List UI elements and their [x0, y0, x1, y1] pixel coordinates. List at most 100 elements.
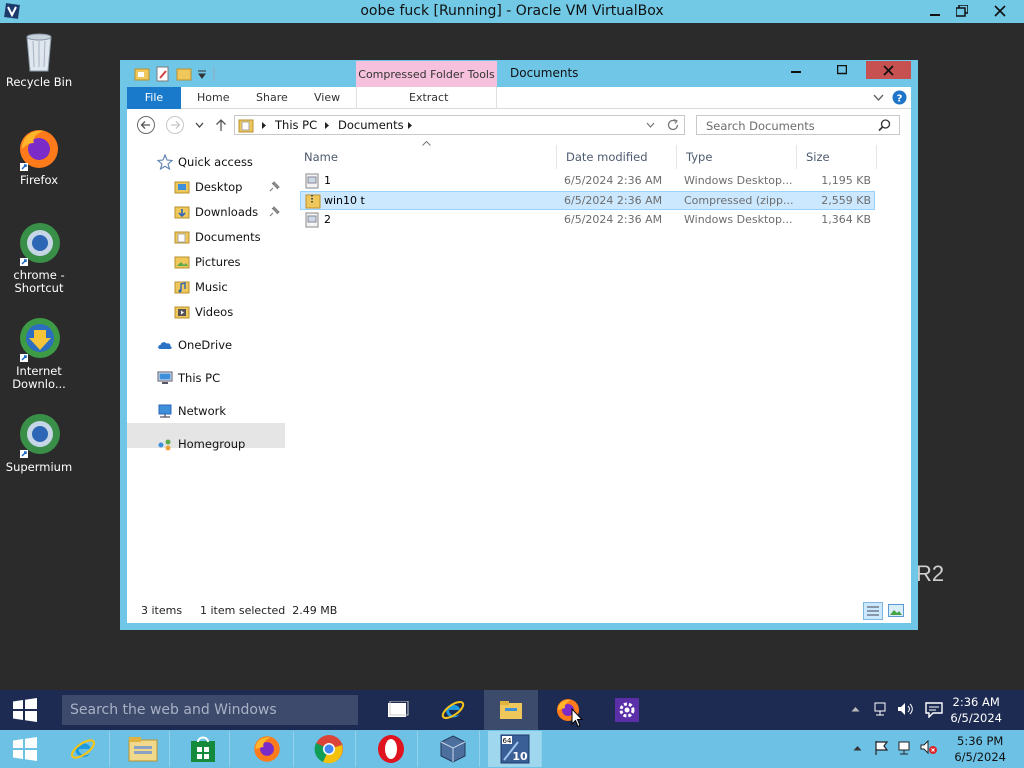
- host-taskbar-internet-explorer[interactable]: [56, 731, 110, 767]
- nav-item-documents[interactable]: Documents: [174, 226, 261, 248]
- host-taskbar-virtualbox[interactable]: [426, 731, 480, 767]
- help-icon[interactable]: ?: [892, 90, 907, 105]
- item-count: 3 items: [141, 604, 183, 617]
- details-view-icon[interactable]: [863, 602, 883, 620]
- guest-clock[interactable]: 2:36 AM 6/5/2024: [950, 694, 1002, 726]
- host-clock[interactable]: 5:36 PM 6/5/2024: [954, 733, 1006, 765]
- breadcrumb-this-pc[interactable]: This PC: [275, 118, 317, 132]
- nav-item-this-pc[interactable]: This PC: [157, 367, 220, 389]
- address-bar[interactable]: This PC Documents: [234, 115, 685, 135]
- nav-item-videos[interactable]: Videos: [174, 301, 233, 323]
- guest-taskbar-firefox[interactable]: [541, 690, 595, 730]
- column-header-date-modified[interactable]: Date modified: [557, 145, 677, 169]
- host-taskbar-vm-window[interactable]: 64 10: [488, 731, 542, 767]
- host-restore-button[interactable]: [949, 0, 975, 22]
- guest-volume-tray-icon[interactable]: [897, 702, 915, 716]
- new-folder-icon[interactable]: [176, 66, 192, 82]
- nav-item-label: OneDrive: [178, 338, 233, 352]
- explorer-close-button[interactable]: [866, 61, 911, 79]
- os-edition-watermark: R2: [916, 561, 945, 586]
- star-icon: [157, 154, 173, 170]
- nav-item-label: Pictures: [195, 255, 241, 269]
- ribbon-tab-view[interactable]: View: [314, 87, 340, 109]
- pin-icon[interactable]: [267, 180, 281, 194]
- file-row[interactable]: 2 6/5/2024 2:36 AM Windows Desktop... 1,…: [300, 211, 875, 230]
- ribbon-tab-file[interactable]: File: [127, 87, 181, 109]
- expand-ribbon-chevron-icon[interactable]: [873, 94, 884, 102]
- host-taskbar-firefox[interactable]: [240, 731, 294, 767]
- host-network-tray-icon[interactable]: [897, 740, 913, 756]
- breadcrumb-chevron-icon[interactable]: [324, 121, 330, 130]
- desktop-icon-recycle-bin[interactable]: Recycle Bin: [1, 29, 77, 89]
- downloads-folder-icon: [174, 206, 190, 219]
- nav-item-network[interactable]: Network: [157, 400, 226, 422]
- guest-network-tray-icon[interactable]: [873, 701, 889, 717]
- host-taskbar-file-explorer[interactable]: [116, 731, 170, 767]
- search-box[interactable]: Search Documents: [696, 115, 900, 135]
- nav-item-downloads[interactable]: Downloads: [174, 201, 280, 223]
- column-header-size[interactable]: Size: [797, 145, 877, 169]
- nav-item-pictures[interactable]: Pictures: [174, 251, 241, 273]
- desktop-icon-chrome-shortcut[interactable]: chrome - Shortcut: [1, 220, 77, 295]
- host-action-center-flag-icon[interactable]: [874, 740, 890, 756]
- nav-item-music[interactable]: Music: [174, 276, 228, 298]
- guest-start-button[interactable]: [0, 690, 50, 730]
- address-dropdown-chevron-icon[interactable]: [646, 122, 655, 128]
- file-row-selected[interactable]: win10 t 6/5/2024 2:36 AM Compressed (zip…: [300, 191, 875, 210]
- host-taskbar-chrome[interactable]: [302, 731, 356, 767]
- host-tray-overflow-chevron-icon[interactable]: [853, 745, 862, 751]
- pin-icon[interactable]: [267, 205, 281, 219]
- host-start-button[interactable]: [0, 731, 50, 767]
- nav-item-homegroup[interactable]: Homegroup: [157, 433, 245, 455]
- toolbar-separator: [213, 67, 215, 81]
- navigation-pane: Quick access Desktop Downloads Documents: [127, 145, 287, 585]
- breadcrumb-chevron-icon[interactable]: [261, 121, 267, 130]
- ribbon-tab-home[interactable]: Home: [197, 87, 229, 109]
- ribbon-tab-extract[interactable]: Extract: [409, 87, 448, 109]
- host-volume-muted-icon[interactable]: [920, 740, 938, 756]
- desktop-icon-internet-download-manager[interactable]: Internet Downlo...: [1, 316, 77, 391]
- file-row[interactable]: 1 6/5/2024 2:36 AM Windows Desktop... 1,…: [300, 172, 875, 191]
- recent-locations-chevron-icon[interactable]: [189, 115, 209, 135]
- desktop-icon-label: Supermium: [5, 460, 73, 474]
- up-button[interactable]: [211, 115, 231, 135]
- forward-button[interactable]: [165, 115, 185, 135]
- nav-item-onedrive[interactable]: OneDrive: [157, 334, 232, 356]
- search-icon[interactable]: [878, 119, 891, 132]
- desktop-icon-firefox[interactable]: Firefox: [1, 125, 77, 187]
- status-bar: 3 items 1 item selected 2.49 MB: [127, 599, 911, 623]
- host-taskbar-store[interactable]: [176, 731, 230, 767]
- ribbon-tabs: File Home Share View Extract ?: [127, 87, 911, 109]
- nav-item-quick-access[interactable]: Quick access: [157, 151, 253, 173]
- desktop-icon-supermium[interactable]: Supermium: [1, 412, 77, 474]
- refresh-icon[interactable]: [666, 118, 680, 132]
- folder-properties-icon[interactable]: [134, 66, 150, 82]
- guest-taskbar-file-explorer[interactable]: [484, 690, 538, 730]
- properties-icon[interactable]: [155, 66, 171, 82]
- search-input[interactable]: Search Documents: [706, 119, 815, 133]
- guest-search-box[interactable]: Search the web and Windows: [62, 695, 358, 725]
- host-taskbar-opera[interactable]: [364, 731, 418, 767]
- host-minimize-button[interactable]: [922, 0, 948, 22]
- nav-item-desktop[interactable]: Desktop: [174, 176, 280, 198]
- host-close-button[interactable]: [976, 0, 1024, 22]
- large-icons-view-icon[interactable]: [888, 604, 904, 617]
- explorer-maximize-button[interactable]: [819, 61, 864, 79]
- guest-notifications-icon[interactable]: [925, 702, 943, 718]
- guest-taskbar-internet-explorer[interactable]: [426, 690, 480, 730]
- ribbon-tab-share[interactable]: Share: [256, 87, 288, 109]
- breadcrumb-chevron-icon[interactable]: [407, 121, 413, 130]
- host-taskbar: 64 10 5:36 PM 6/5/2024: [0, 730, 1024, 768]
- back-button[interactable]: [136, 115, 156, 135]
- guest-taskbar-settings[interactable]: [600, 690, 654, 730]
- cloud-icon: [158, 342, 172, 349]
- column-header-name[interactable]: Name: [295, 145, 557, 169]
- nav-item-label: Quick access: [178, 155, 253, 169]
- compressed-folder-tools-tab[interactable]: Compressed Folder Tools: [356, 61, 497, 87]
- customize-toolbar-icon[interactable]: [197, 69, 207, 79]
- breadcrumb-documents[interactable]: Documents: [338, 118, 404, 132]
- guest-tray-overflow-chevron-icon[interactable]: [851, 706, 860, 712]
- guest-taskbar-task-view[interactable]: [370, 690, 424, 730]
- explorer-minimize-button[interactable]: [773, 61, 818, 79]
- column-header-type[interactable]: Type: [677, 145, 797, 169]
